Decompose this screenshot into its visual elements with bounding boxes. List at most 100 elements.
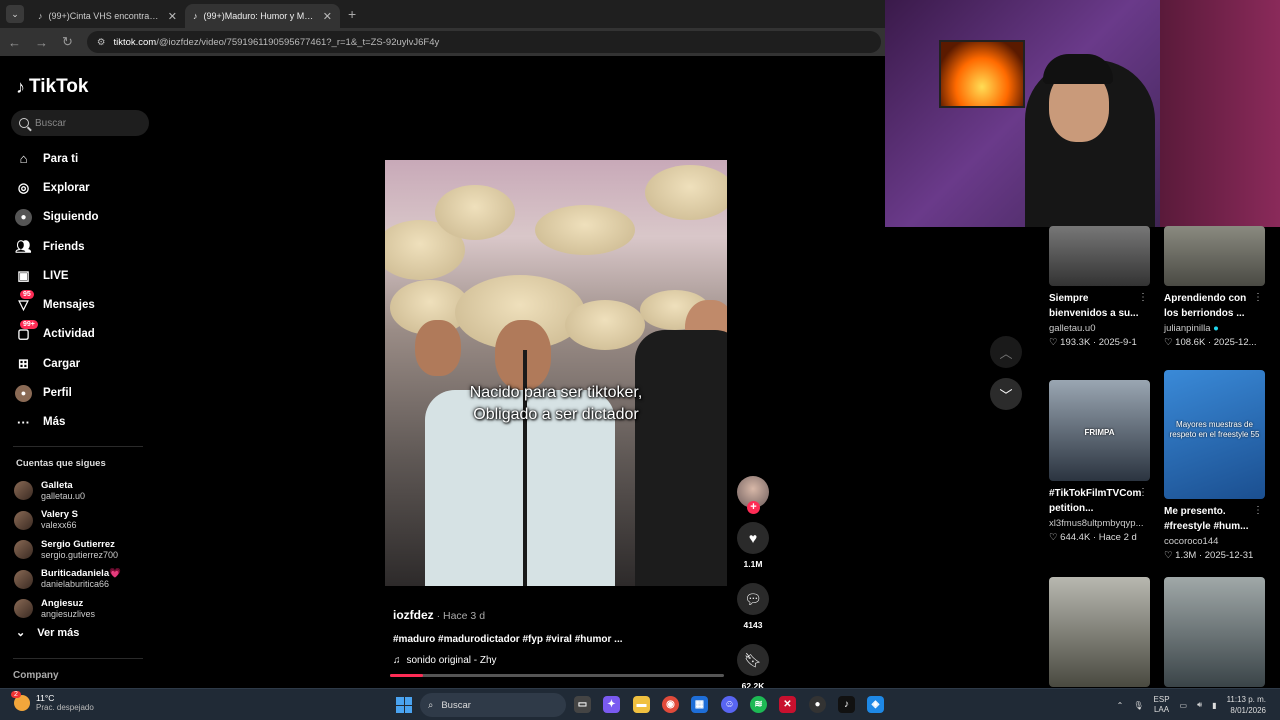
video-thumbnail[interactable] (1049, 577, 1150, 687)
recommended-video[interactable]: Mayores muestras de respeto en el freest… (1164, 370, 1265, 561)
more-options-icon[interactable]: ⋮ (1253, 292, 1263, 303)
capcut-icon[interactable]: ✕ (779, 696, 796, 713)
verified-icon: ● (1213, 323, 1219, 334)
following-item[interactable]: Valery Svalexx66 (14, 506, 160, 536)
menu-item-mensajes[interactable]: ▽ 95 Mensajes (0, 290, 160, 319)
video-author[interactable]: iozfdez (393, 608, 434, 622)
close-tab-icon[interactable]: ✕ (323, 10, 332, 23)
task-view-icon[interactable]: ▭ (574, 696, 591, 713)
volume-icon[interactable]: 🔊︎ (1197, 700, 1202, 710)
author-avatar[interactable]: + (737, 476, 769, 514)
menu-item-actividad[interactable]: ▢ 99+ Actividad (0, 319, 160, 349)
more-options-icon[interactable]: ⋮ (1138, 487, 1148, 498)
copilot-icon[interactable]: ✦ (603, 696, 620, 713)
app-icon[interactable]: ◈ (867, 696, 884, 713)
following-icon: ● (15, 208, 32, 226)
search-input[interactable]: Buscar (11, 110, 149, 136)
comment-action[interactable]: 💬︎ 4143 (737, 583, 769, 630)
video-thumbnail[interactable]: Mayores muestras de respeto en el freest… (1164, 370, 1265, 499)
obs-icon[interactable]: ● (809, 696, 826, 713)
bookmark-icon[interactable]: 🔖︎ (737, 644, 769, 676)
reload-icon[interactable]: ↻ (62, 34, 73, 50)
tiktok-app-icon[interactable]: ♪ (838, 696, 855, 713)
rec-author[interactable]: galletau.u0 (1049, 323, 1150, 334)
video-thumbnail[interactable] (1164, 226, 1265, 286)
store-icon[interactable]: ▦ (691, 696, 708, 713)
close-tab-icon[interactable]: ✕ (168, 10, 177, 23)
following-item[interactable]: Galleta galletau.u0 (14, 476, 160, 506)
menu-item-perfil[interactable]: ● Perfil (0, 378, 160, 407)
see-more-button[interactable]: ⌄ Ver más (16, 626, 79, 640)
recommended-video[interactable]: Aprendiendo con los berriondos ... ⋮ jul… (1164, 226, 1265, 348)
video-player[interactable]: Nacido para ser tiktoker, Obligado a ser … (385, 160, 727, 586)
following-item[interactable]: Angiesuz angiesuzlives (14, 594, 160, 624)
following-item[interactable]: Sergio Gutierrez sergio.gutierrez700 (14, 535, 160, 565)
chevron-up-icon[interactable]: ⌃ (1117, 701, 1124, 710)
clock-date: 8/01/2026 (1230, 706, 1266, 715)
more-options-icon[interactable]: ⋮ (1138, 292, 1148, 303)
menu-item-live[interactable]: ▣ LIVE (0, 261, 160, 290)
next-video-button[interactable]: ﹀ (990, 378, 1022, 410)
recommended-video[interactable] (1049, 577, 1150, 687)
display-icon[interactable]: ▭ (1180, 701, 1188, 710)
tab-search-button[interactable]: ⌄ (6, 5, 24, 23)
rec-stats: ♡ 1.3M · 2025-12-31 (1164, 550, 1254, 561)
rec-title: Me presento. #freestyle #hum... (1164, 506, 1249, 532)
search-icon (19, 118, 29, 128)
save-action[interactable]: 🔖︎ 62.2K (737, 644, 769, 691)
weather-widget[interactable]: 2 11°C Prac. despejado (11, 690, 94, 712)
heart-icon[interactable]: ♥ (737, 522, 769, 554)
menu-item-siguiendo[interactable]: ● Siguiendo (0, 203, 160, 232)
following-handle: sergio.gutierrez700 (41, 549, 119, 560)
like-action[interactable]: ♥ 1.1M (737, 522, 769, 569)
rec-stats: ♡ 644.4K · Hace 2 d (1049, 532, 1137, 543)
site-info-icon[interactable]: ⚙ (97, 37, 106, 48)
video-thumbnail[interactable]: FRIMPA (1049, 380, 1150, 481)
rec-author-row[interactable]: julianpinilla ● (1164, 323, 1265, 334)
menu-item-para-ti[interactable]: ⌂ Para ti (0, 144, 160, 173)
video-thumbnail[interactable] (1049, 226, 1150, 286)
video-hashtags[interactable]: #maduro #madurodictador #fyp #viral #hum… (393, 634, 733, 645)
video-thumbnail[interactable] (1164, 577, 1265, 687)
company-link[interactable]: Company (13, 670, 59, 681)
microphone-icon[interactable]: 🎙︎ (1133, 701, 1143, 710)
menu-item-friends[interactable]: 👥︎ Friends (0, 232, 160, 261)
language-indicator[interactable]: ESP LAA (1154, 695, 1170, 715)
following-item[interactable]: Buriticadaniela💗 danielaburitica66 (14, 565, 160, 595)
video-sound[interactable]: ♫ sonido original - Zhy (393, 655, 733, 666)
taskbar-search[interactable]: ⌕ Buscar (420, 693, 566, 717)
profile-icon: ● (15, 384, 32, 402)
following-name: Galleta (41, 479, 73, 491)
menu-item-mas[interactable]: ··· Más (0, 408, 160, 437)
rec-likes: 644.4K (1060, 532, 1091, 543)
menu-item-explorar[interactable]: ◎ Explorar (0, 173, 160, 202)
upload-icon: ⊞ (18, 355, 29, 371)
comment-icon[interactable]: 💬︎ (737, 583, 769, 615)
lang-line: LAA (1153, 705, 1170, 714)
menu-item-cargar[interactable]: ⊞ Cargar (0, 349, 160, 378)
tiktok-logo[interactable]: ♪ TikTok (16, 76, 88, 98)
video-progress-bar[interactable] (390, 674, 724, 677)
browser-tab-active[interactable]: ♪ (99+)Maduro: Humor y Memes ✕ (185, 4, 340, 28)
previous-video-button[interactable]: ︿ (990, 336, 1022, 368)
discord-icon[interactable]: ☺ (721, 696, 738, 713)
windows-start-icon[interactable] (396, 697, 412, 713)
more-options-icon[interactable]: ⋮ (1253, 505, 1263, 516)
recommended-video[interactable]: FRIMPA #TikTokFilmTVCom petition... ⋮ xl… (1049, 380, 1150, 543)
recommended-video[interactable] (1164, 577, 1265, 687)
rec-author[interactable]: xl3fmus8ultpmbyqyp... (1049, 518, 1150, 529)
file-explorer-icon[interactable]: ▬ (633, 696, 650, 713)
browser-tab[interactable]: ♪ (99+)Cinta VHS encontrada en ✕ (30, 4, 185, 28)
address-bar[interactable]: ⚙ tiktok.com/@iozfdez/video/759196119059… (86, 31, 881, 53)
rec-author[interactable]: cocoroco144 (1164, 536, 1265, 547)
spotify-icon[interactable]: ≋ (750, 696, 767, 713)
chrome-icon[interactable]: ◉ (662, 696, 679, 713)
clock[interactable]: 11:13 p. m. 8/01/2026 (1227, 694, 1266, 716)
follow-plus-icon[interactable]: + (747, 501, 760, 514)
forward-icon[interactable]: → (35, 35, 48, 50)
menu-label: Mensajes (43, 299, 95, 312)
back-icon[interactable]: ← (8, 35, 21, 50)
recommended-video[interactable]: Siempre bienvenidos a su... ⋮ galletau.u… (1049, 226, 1150, 348)
battery-icon[interactable]: ▮ (1212, 701, 1216, 710)
new-tab-icon[interactable]: + (348, 6, 356, 22)
